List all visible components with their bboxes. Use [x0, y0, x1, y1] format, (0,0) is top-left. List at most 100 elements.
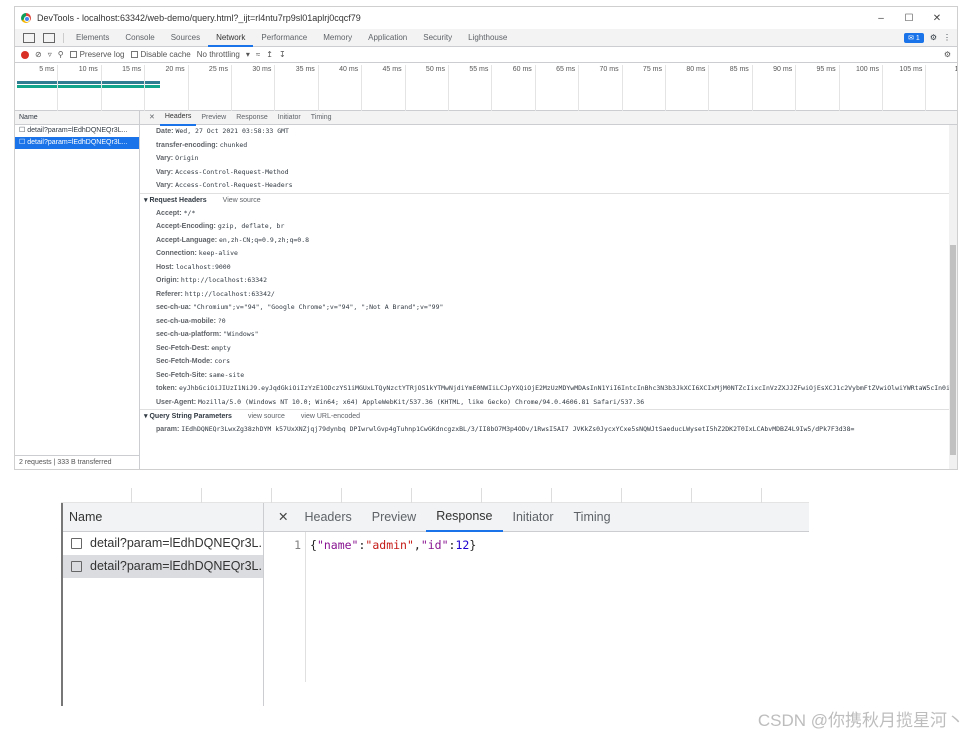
query-params-section[interactable]: ▾ Query String Parameters view source view… — [140, 409, 957, 423]
search-icon[interactable]: ⚲ — [58, 50, 64, 59]
timeline-tick: 20 ms — [145, 65, 189, 111]
settings-gear-icon[interactable]: ⚙ — [930, 33, 937, 42]
clear-icon[interactable]: ⊘ — [35, 50, 42, 59]
tab-initiator[interactable]: Initiator — [503, 503, 564, 531]
tab-application[interactable]: Application — [360, 29, 415, 47]
name-column-header[interactable]: Name — [15, 111, 139, 125]
tab-security[interactable]: Security — [415, 29, 460, 47]
inspect-icon[interactable] — [23, 32, 35, 43]
header-row: Accept-Encoding: gzip, deflate, br — [156, 222, 285, 230]
timeline-tick: 75 ms — [623, 65, 666, 111]
record-icon[interactable] — [21, 50, 29, 59]
tab-memory[interactable]: Memory — [315, 29, 360, 47]
tab-headers[interactable]: Headers — [294, 503, 361, 531]
timeline-tick: 95 ms — [796, 65, 840, 111]
tab-network[interactable]: Network — [208, 29, 254, 47]
window-title: DevTools - localhost:63342/web-demo/quer… — [37, 13, 361, 23]
network-timeline[interactable]: 5 ms 10 ms 15 ms 20 ms 25 ms 30 ms 35 ms 40 ms 4… — [15, 63, 957, 111]
messages-badge[interactable]: ✉ 1 — [904, 32, 924, 43]
tab-timing[interactable]: Timing — [564, 503, 621, 531]
detail-tabs: ✕ Headers Preview Response Initiator Tim… — [140, 111, 957, 126]
response-json: {"name":"admin","id":12} — [310, 538, 477, 552]
header-row: Date: Wed, 27 Oct 2021 03:58:33 GMT — [156, 127, 289, 135]
timeline-tick: 45 ms — [362, 65, 406, 111]
scrollbar[interactable] — [949, 125, 957, 469]
zoom-request-list: Name detail?param=lEdhDQNEQr3L... detail… — [61, 503, 264, 706]
maximize-icon[interactable]: ☐ — [895, 13, 923, 24]
header-row: sec-ch-ua: "Chromium";v="94", "Google Ch… — [156, 303, 444, 311]
tab-response[interactable]: Response — [426, 502, 503, 532]
device-toolbar-icon[interactable] — [43, 32, 55, 43]
request-headers: Accept: */* Accept-Encoding: gzip, deflat… — [140, 207, 957, 410]
view-source-link[interactable]: View source — [223, 197, 261, 204]
more-menu-icon[interactable]: ⋮ — [943, 33, 951, 42]
view-url-encoded-link[interactable]: view URL-encoded — [301, 413, 360, 420]
header-row: Referer: http://localhost:63342/ — [156, 289, 275, 298]
timeline-tick: 110 — [926, 65, 957, 111]
header-row: sec-ch-ua-platform: "Windows" — [156, 330, 259, 338]
request-row-selected[interactable]: ☐ detail?param=lEdhDQNEQr3L... — [15, 137, 139, 149]
request-row[interactable]: ☐ detail?param=lEdhDQNEQr3L... — [15, 125, 139, 137]
line-number: 1 — [264, 532, 306, 682]
request-detail: ✕ Headers Preview Response Initiator Tim… — [140, 111, 957, 469]
header-row: Vary: Origin — [156, 154, 199, 162]
chevron-down-icon[interactable]: ▾ — [246, 50, 250, 59]
tab-preview[interactable]: Preview — [362, 503, 426, 531]
zoomed-detail: Name detail?param=lEdhDQNEQr3L... detail… — [61, 488, 809, 706]
tab-lighthouse[interactable]: Lighthouse — [460, 29, 515, 47]
header-row: Connection: keep-alive — [156, 249, 238, 257]
header-row: Vary: Access-Control-Request-Method — [156, 167, 289, 176]
timeline-tick: 25 ms — [189, 65, 232, 111]
timeline-tick: 10 ms — [58, 65, 102, 111]
tab-response[interactable]: Response — [231, 111, 273, 125]
chrome-icon — [21, 13, 31, 23]
header-row: Accept-Language: en,zh-CN;q=0.9,zh;q=0.8 — [156, 235, 310, 244]
tab-performance[interactable]: Performance — [253, 29, 315, 47]
close-detail-icon[interactable]: ✕ — [144, 111, 160, 125]
wifi-icon[interactable]: ≈ — [256, 50, 260, 59]
disable-cache-checkbox[interactable]: Disable cache — [130, 50, 191, 59]
tab-elements[interactable]: Elements — [68, 29, 117, 47]
close-icon[interactable]: ✕ — [923, 13, 951, 24]
minimize-icon[interactable]: – — [867, 13, 895, 24]
timeline-tick: 55 ms — [449, 65, 493, 111]
filter-icon[interactable]: ▿ — [48, 50, 52, 59]
preserve-log-checkbox[interactable]: Preserve log — [69, 50, 125, 59]
tab-sources[interactable]: Sources — [163, 29, 208, 47]
throttling-select[interactable]: No throttling — [197, 50, 240, 59]
view-source-link[interactable]: view source — [248, 413, 285, 420]
network-settings-icon[interactable]: ⚙ — [944, 50, 951, 59]
request-row-selected[interactable]: detail?param=lEdhDQNEQr3L... — [63, 555, 263, 578]
timeline-tick: 30 ms — [232, 65, 276, 111]
response-body[interactable]: 1 {"name":"admin","id":12} — [264, 532, 809, 682]
timeline-tick: 80 ms — [666, 65, 710, 111]
tab-initiator[interactable]: Initiator — [273, 111, 306, 125]
timeline-tick: 65 ms — [536, 65, 580, 111]
download-icon[interactable]: ↧ — [279, 50, 286, 59]
response-headers: Date: Wed, 27 Oct 2021 03:58:33 GMT trans… — [140, 125, 957, 193]
query-param-row: param: IEdhDQNEQr3LwxZg38zhDYM k57UxXNZj… — [156, 425, 855, 433]
checkbox-icon — [71, 561, 82, 572]
timeline-tick: 15 ms — [102, 65, 146, 111]
header-row: Sec-Fetch-Site: same-site — [156, 370, 245, 379]
name-column-header[interactable]: Name — [63, 503, 263, 532]
timeline-grid — [61, 488, 809, 503]
zoom-detail-pane: ✕ Headers Preview Response Initiator Tim… — [264, 503, 809, 706]
tab-console[interactable]: Console — [117, 29, 162, 47]
header-row: Host: localhost:9000 — [156, 262, 231, 271]
header-row: Origin: http://localhost:63342 — [156, 276, 267, 284]
request-row[interactable]: detail?param=lEdhDQNEQr3L... — [63, 532, 263, 555]
timeline-tick: 100 ms — [840, 65, 883, 111]
timeline-tick: 105 ms — [883, 65, 927, 111]
request-headers-section[interactable]: ▾ Request Headers View source — [140, 192, 957, 207]
close-icon[interactable]: ✕ — [272, 503, 294, 531]
upload-icon[interactable]: ↥ — [266, 50, 273, 59]
timeline-tick: 85 ms — [709, 65, 753, 111]
tab-preview[interactable]: Preview — [196, 111, 231, 125]
timeline-tick: 50 ms — [406, 65, 449, 111]
header-row: token: eyJhbGciOiJIUzI1NiJ9.eyJqdGkiOiIz… — [156, 384, 957, 392]
panel-tabs: Elements Console Sources Network Perform… — [15, 29, 957, 47]
tab-timing[interactable]: Timing — [306, 111, 337, 125]
tab-headers[interactable]: Headers — [159, 111, 197, 126]
timeline-tick: 90 ms — [753, 65, 797, 111]
